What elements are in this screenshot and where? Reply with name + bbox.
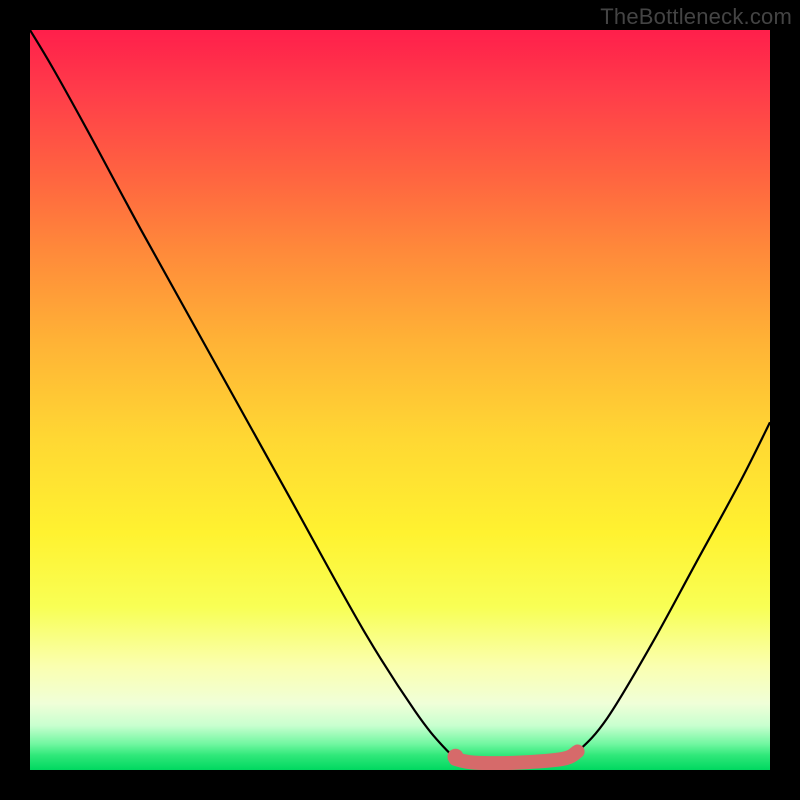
curve-layer xyxy=(30,30,770,770)
plot-area xyxy=(30,30,770,770)
watermark-text: TheBottleneck.com xyxy=(600,4,792,30)
optimal-range-highlight xyxy=(456,752,578,764)
bottleneck-curve xyxy=(30,30,770,763)
optimal-range-dot xyxy=(448,749,464,765)
